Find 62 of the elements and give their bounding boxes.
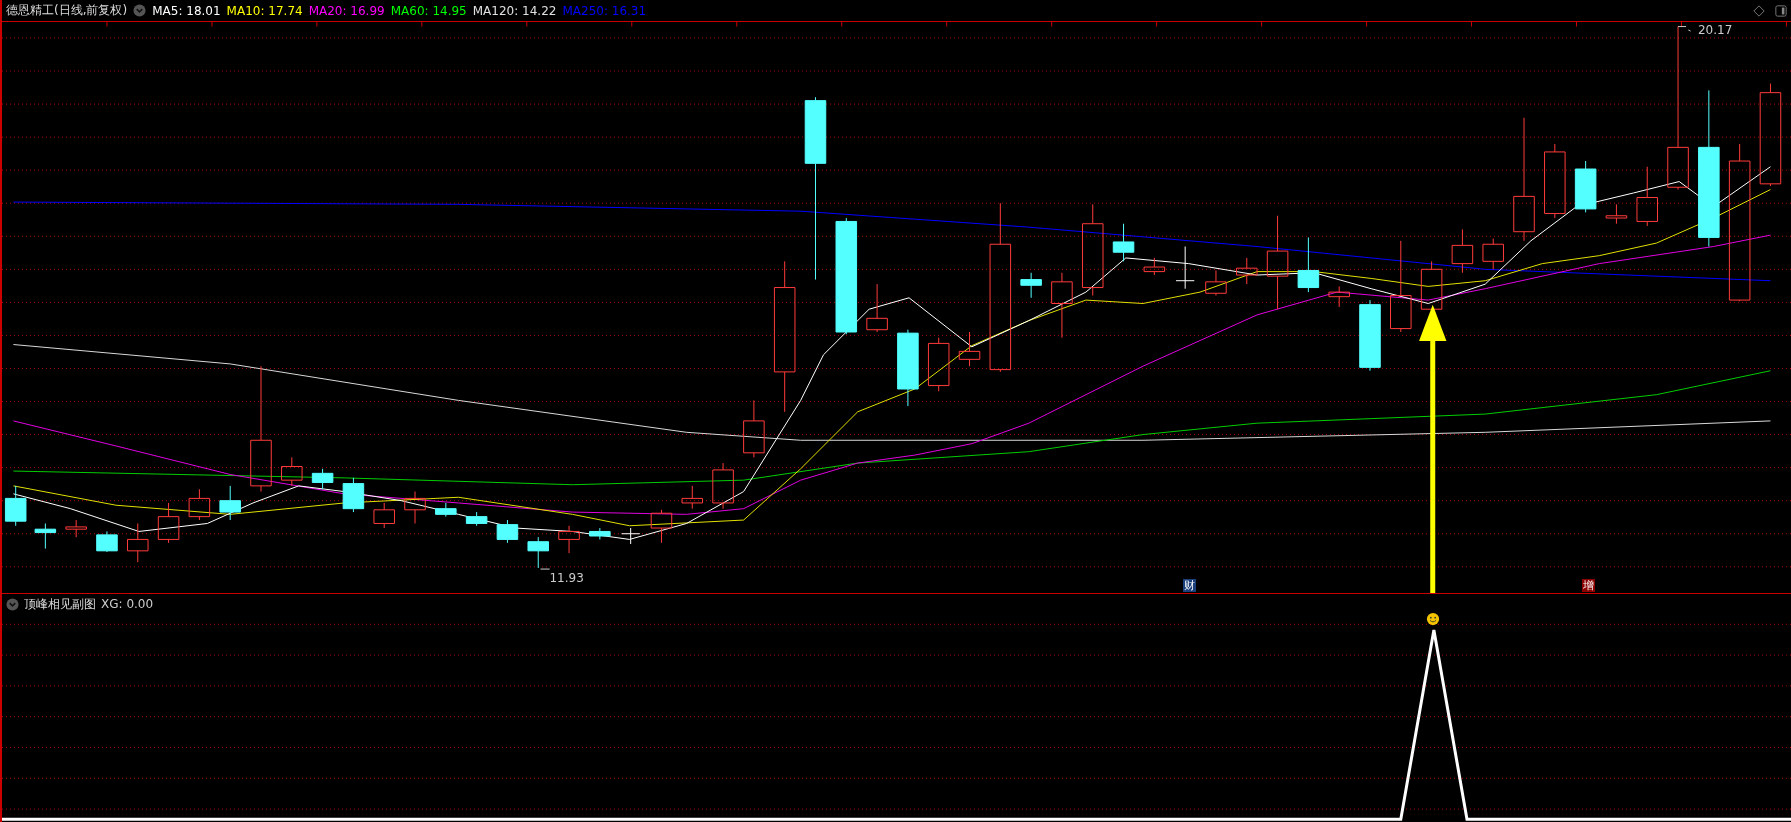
candlestick	[373, 502, 395, 529]
candlestick	[621, 527, 641, 545]
moving-average-value: MA5: 18.01	[152, 3, 221, 18]
candlestick	[96, 530, 118, 553]
candlestick	[281, 456, 303, 487]
candlestick	[311, 468, 334, 490]
candlestick	[743, 399, 765, 458]
candlestick	[4, 485, 27, 527]
leader-line	[540, 568, 551, 570]
candlestick	[157, 502, 180, 544]
candlestick	[496, 519, 519, 544]
candlestick	[342, 477, 365, 513]
moving-average-value: MA20: 16.99	[308, 3, 385, 18]
candlestick	[1636, 166, 1658, 227]
dropdown-icon[interactable]	[133, 4, 147, 17]
candlestick	[1236, 257, 1258, 285]
indicator-value: XG: 0.00	[101, 597, 154, 611]
smiley-icon	[1426, 612, 1441, 626]
price-label: 11.93	[549, 571, 584, 585]
candlestick	[527, 536, 549, 569]
candlestick	[681, 485, 704, 510]
leader-line	[1677, 26, 1692, 32]
candlestick	[34, 523, 57, 550]
candlestick	[465, 511, 488, 527]
candlestick	[1420, 260, 1443, 312]
candlestick	[1143, 257, 1166, 276]
candlestick	[65, 519, 87, 538]
candlestick	[558, 525, 580, 554]
moving-average-value: MA60: 14.95	[390, 3, 467, 18]
price-label: 20.17	[1697, 23, 1733, 37]
candlestick	[1112, 223, 1135, 262]
diamond-icon[interactable]	[1753, 4, 1765, 17]
candlestick	[1451, 228, 1474, 274]
candlestick	[188, 488, 211, 521]
candlestick	[866, 283, 888, 333]
candlestick	[958, 331, 981, 367]
candlestick	[1574, 160, 1597, 213]
candlestick	[1205, 269, 1227, 297]
candlestick	[1051, 272, 1073, 339]
event-marker[interactable]: 增	[1581, 579, 1595, 592]
candlestick	[1482, 238, 1504, 270]
stock-title: 德恩精工(日线,前复权)	[6, 2, 128, 19]
candlestick	[1328, 285, 1350, 308]
panel-icon[interactable]	[1775, 4, 1787, 17]
moving-average-value: MA250: 16.31	[562, 3, 647, 18]
candlestick	[1175, 246, 1195, 290]
candlestick	[127, 523, 149, 563]
candlestick	[1297, 236, 1320, 293]
candlestick	[589, 527, 611, 540]
candlestick	[1020, 272, 1042, 299]
candlestick	[219, 485, 241, 521]
event-marker[interactable]: 财	[1182, 579, 1196, 592]
candlestick	[927, 337, 950, 392]
dropdown-icon[interactable]	[6, 597, 19, 611]
candlestick	[1605, 203, 1628, 225]
moving-average-value: MA120: 14.22	[472, 3, 557, 18]
candlestick	[435, 502, 457, 518]
candlestick	[712, 462, 734, 510]
moving-average-value: MA10: 17.74	[226, 3, 303, 18]
indicator-title: 顶峰相见副图	[24, 595, 96, 613]
candlestick	[650, 509, 673, 544]
candlestick	[404, 491, 426, 524]
